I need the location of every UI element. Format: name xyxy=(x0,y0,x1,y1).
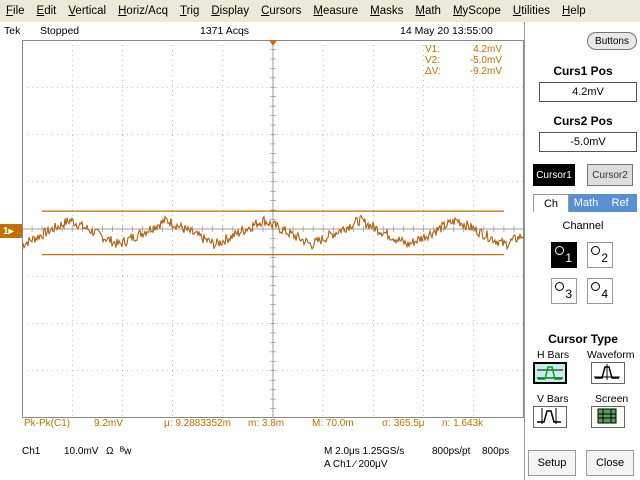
vertical-scale[interactable]: 10.0mV xyxy=(64,446,98,457)
measurement-stddev: σ: 365.5μ xyxy=(382,418,425,429)
screen-button[interactable] xyxy=(591,406,625,428)
tab-math[interactable]: Math xyxy=(569,194,603,212)
channel-4-button[interactable]: 4 xyxy=(587,278,613,304)
probe-icon xyxy=(555,246,564,255)
menu-horiz-acq[interactable]: Horiz/Acq xyxy=(112,5,174,17)
cursor-readout: V1: 4.2mV V2: -5.0mV ΔV: -9.2mV xyxy=(425,44,502,77)
measurement-count: n: 1.643k xyxy=(442,418,484,429)
bandwidth-symbol: ᴮw xyxy=(120,446,132,457)
dv-value: -9.2mV xyxy=(469,66,502,77)
curs1-pos-field[interactable]: 4.2mV xyxy=(539,82,637,102)
channel-label[interactable]: Ch1 xyxy=(22,446,40,457)
buttons-toggle[interactable]: Buttons xyxy=(587,32,637,50)
channel1-marker[interactable]: 1 ▸ xyxy=(0,224,22,238)
menu-help[interactable]: Help xyxy=(556,5,592,17)
channel-title: Channel xyxy=(562,220,604,232)
v2-label: V2: xyxy=(425,55,441,66)
cursor2-button[interactable]: Cursor2 xyxy=(587,164,633,186)
measurement-mean: μ: 9.2883352m xyxy=(164,418,231,429)
measurement-min: m: 3.8m xyxy=(248,418,285,429)
menu-display[interactable]: Display xyxy=(205,5,255,17)
acquisition-count: 1371 Acqs xyxy=(200,25,250,37)
setup-button[interactable]: Setup xyxy=(528,450,576,476)
curs2-pos-field[interactable]: -5.0mV xyxy=(539,132,637,152)
waveform-label: Waveform xyxy=(587,349,635,361)
waveform-icon xyxy=(594,364,620,380)
run-state[interactable]: Stopped xyxy=(40,25,79,37)
probe-icon xyxy=(591,246,600,255)
channel-1-button[interactable]: 1 xyxy=(551,242,577,268)
cursor1-button[interactable]: Cursor1 xyxy=(533,164,575,186)
bottom-info-bar: Ch1 10.0mV Ω ᴮw M 2.0μs 1.25GS/s A Ch1 ⁄… xyxy=(0,444,524,480)
menu-cursors[interactable]: Cursors xyxy=(255,5,307,17)
tab-ref[interactable]: Ref xyxy=(603,194,637,212)
source-tabs: Ch Math Ref xyxy=(533,194,637,212)
menu-math[interactable]: Math xyxy=(409,5,447,17)
close-button[interactable]: Close xyxy=(586,450,634,476)
hbars-icon xyxy=(537,366,563,380)
channel-2-label: 2 xyxy=(601,251,608,265)
trigger-info[interactable]: A Ch1 ⁄ 200μV xyxy=(324,459,388,470)
graticule xyxy=(21,39,525,419)
probe-icon xyxy=(591,282,600,291)
cursor-type-title: Cursor Type xyxy=(548,332,618,346)
channel-4-label: 4 xyxy=(601,287,608,301)
screen-label: Screen xyxy=(595,393,629,405)
measurement-value: 9.2mV xyxy=(94,418,123,429)
vbars-icon xyxy=(537,408,561,424)
channel-1-label: 1 xyxy=(565,251,572,265)
status-bar: Tek Stopped 1371 Acqs 14 May 20 13:55:00 xyxy=(0,22,524,40)
v1-label: V1: xyxy=(425,44,441,55)
hbars-label: H Bars xyxy=(537,349,570,361)
waveform-button[interactable] xyxy=(591,362,625,384)
menu-trig[interactable]: Trig xyxy=(174,5,205,17)
channel1-marker-label: 1 xyxy=(3,225,9,237)
v1-value: 4.2mV xyxy=(473,44,502,55)
measurement-name: Pk-Pk(C1) xyxy=(24,418,71,429)
measurement-readout[interactable]: Pk-Pk(C1) 9.2mV μ: 9.2883352m m: 3.8m M:… xyxy=(22,418,524,432)
menu-measure[interactable]: Measure xyxy=(307,5,364,17)
screen-cursor-icon xyxy=(597,408,617,424)
channel-3-button[interactable]: 3 xyxy=(551,278,577,304)
measurement-max: M: 70.0m xyxy=(312,418,354,429)
menu-bar: File Edit Vertical Horiz/Acq Trig Displa… xyxy=(0,0,640,22)
probe-icon xyxy=(555,282,564,291)
curs2-pos-title: Curs2 Pos xyxy=(553,114,613,128)
tab-ch[interactable]: Ch xyxy=(533,194,569,212)
menu-utilities[interactable]: Utilities xyxy=(507,5,556,17)
curs1-pos-title: Curs1 Pos xyxy=(553,64,613,78)
cursor-control-panel: Buttons Curs1 Pos 4.2mV Curs2 Pos -5.0mV… xyxy=(524,22,640,480)
menu-masks[interactable]: Masks xyxy=(364,5,409,17)
v2-value: -5.0mV xyxy=(469,55,502,66)
datetime: 14 May 20 13:55:00 xyxy=(400,25,493,37)
vbars-label: V Bars xyxy=(537,393,569,405)
channel-3-label: 3 xyxy=(565,287,572,301)
menu-vertical[interactable]: Vertical xyxy=(62,5,112,17)
hbars-button[interactable] xyxy=(533,362,567,384)
vbars-button[interactable] xyxy=(533,406,567,428)
menu-edit[interactable]: Edit xyxy=(31,5,63,17)
resolution: 800ps/pt xyxy=(432,446,471,457)
timebase[interactable]: M 2.0μs 1.25GS/s xyxy=(324,446,404,457)
sample-interval: 800ps xyxy=(482,446,510,457)
channel-2-button[interactable]: 2 xyxy=(587,242,613,268)
menu-file[interactable]: File xyxy=(0,5,31,17)
menu-myscope[interactable]: MyScope xyxy=(447,5,507,17)
waveform-display[interactable] xyxy=(21,39,525,440)
dv-label: ΔV: xyxy=(425,66,441,77)
impedance-symbol: Ω xyxy=(106,446,114,457)
brand-label: Tek xyxy=(4,25,21,37)
